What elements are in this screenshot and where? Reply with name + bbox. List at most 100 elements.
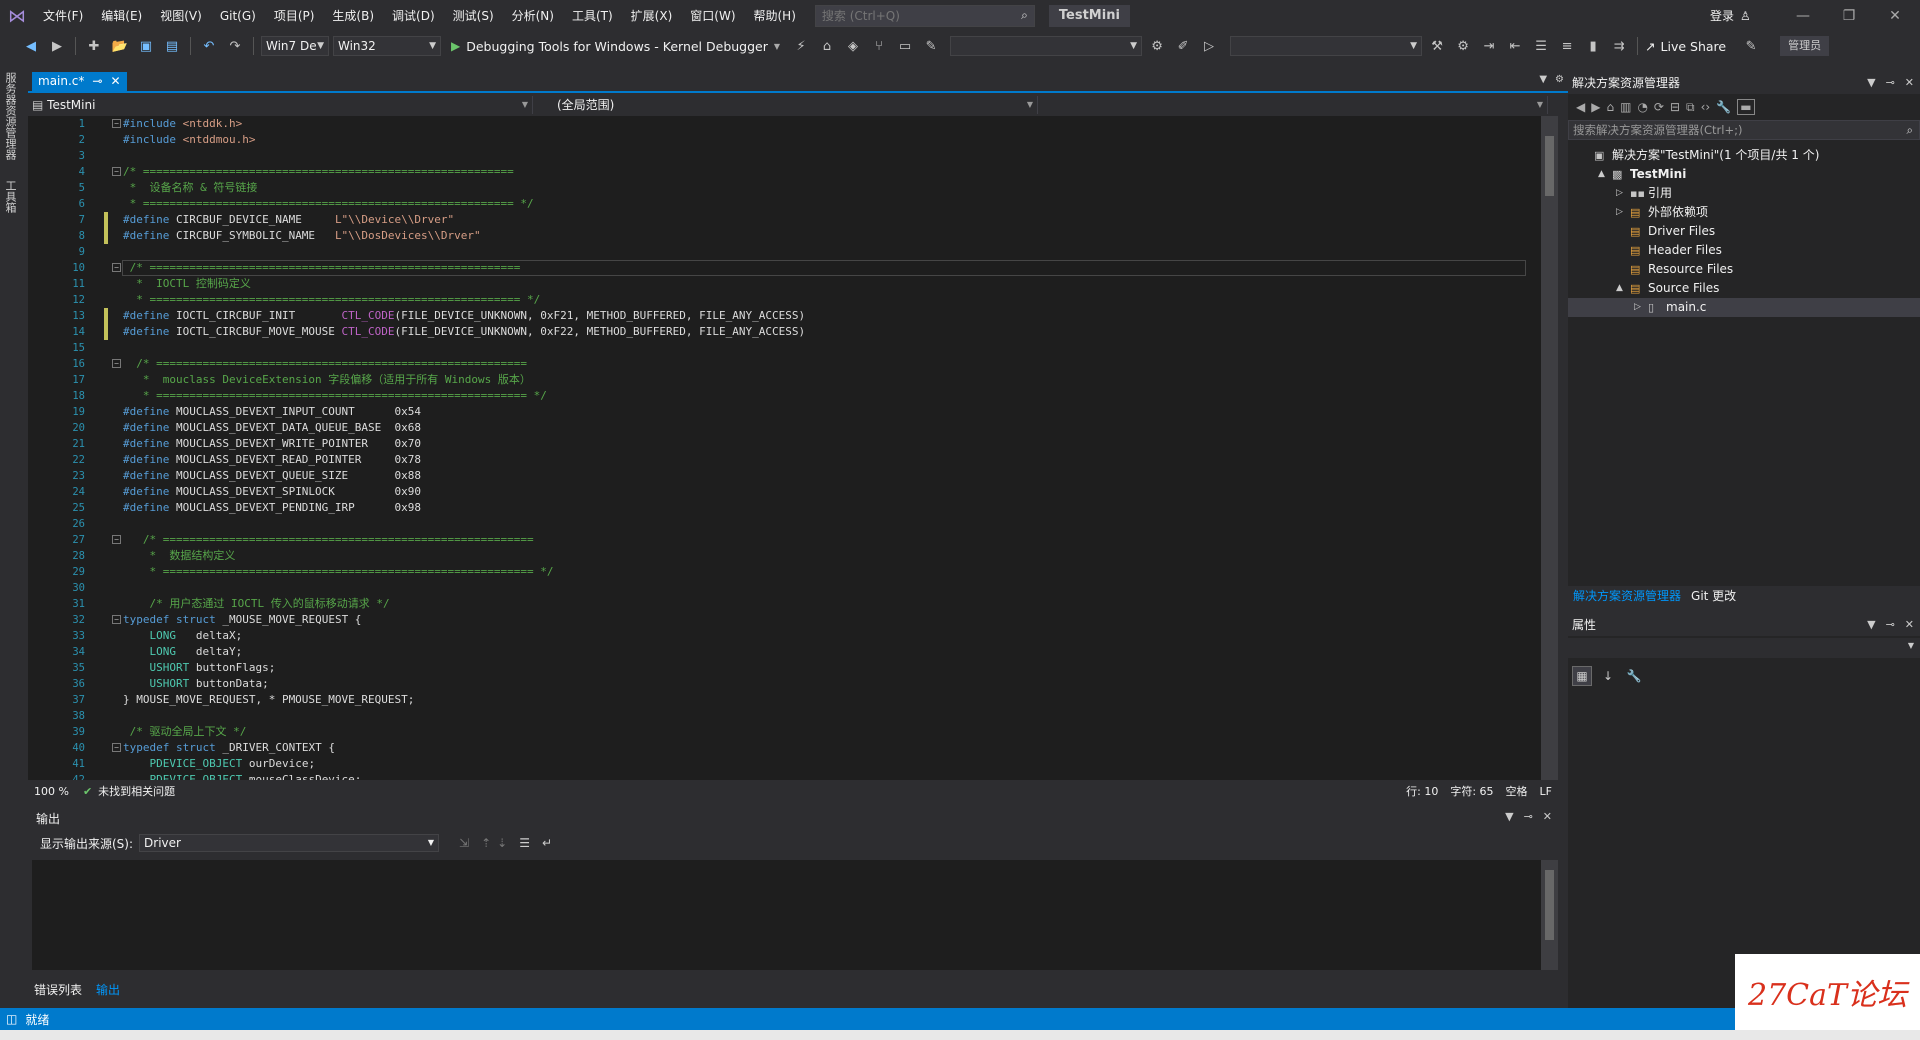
- code-line[interactable]: /* =====================================…: [123, 356, 527, 372]
- live-share-button[interactable]: ↗ Live Share: [1645, 39, 1726, 54]
- code-line[interactable]: /* =====================================…: [123, 532, 534, 548]
- pin-icon[interactable]: ⊸: [1524, 810, 1533, 823]
- menu-extensions[interactable]: 扩展(X): [622, 0, 682, 32]
- expanded-arrow-icon[interactable]: ▲: [1616, 279, 1626, 298]
- scroll-thumb[interactable]: [1545, 136, 1554, 196]
- properties-wrench-icon[interactable]: 🔧: [1716, 100, 1731, 114]
- code-line[interactable]: /* =====================================…: [123, 260, 521, 276]
- tab-git-changes[interactable]: Git 更改: [1686, 586, 1741, 606]
- search-icon[interactable]: ⌕: [1907, 121, 1913, 139]
- menu-view[interactable]: 视图(V): [151, 0, 211, 32]
- tab-output[interactable]: 输出: [90, 980, 126, 1000]
- tree-item[interactable]: ▷ ▤ 外部依赖项: [1568, 203, 1920, 222]
- code-line[interactable]: #define CIRCBUF_SYMBOLIC_NAME L"\\DosDev…: [123, 228, 481, 244]
- code-line[interactable]: #define MOUCLASS_DEVEXT_DATA_QUEUE_BASE …: [123, 420, 421, 436]
- configuration-combo[interactable]: Win7 De ▼: [261, 36, 329, 56]
- pin-icon[interactable]: ⊸: [1886, 72, 1895, 94]
- menu-tools[interactable]: 工具(T): [563, 0, 622, 32]
- fold-toggle-icon[interactable]: −: [112, 743, 121, 752]
- redo-icon[interactable]: ↷: [224, 35, 246, 57]
- menu-git[interactable]: Git(G): [211, 0, 265, 32]
- home-icon[interactable]: ⌂: [1606, 100, 1614, 114]
- back-icon[interactable]: ◀: [20, 35, 42, 57]
- pin-icon[interactable]: ⊸: [1886, 614, 1895, 636]
- server-explorer-tab[interactable]: 服务器资源管理器: [2, 72, 18, 160]
- sync-icon[interactable]: ⟳: [1654, 100, 1664, 114]
- code-line[interactable]: #define MOUCLASS_DEVEXT_SPINLOCK 0x90: [123, 484, 421, 500]
- chevron-down-icon[interactable]: ▼: [1505, 810, 1513, 823]
- align-icon[interactable]: ☰: [1530, 35, 1552, 57]
- open-file-icon[interactable]: 📂: [109, 35, 131, 57]
- menu-test[interactable]: 测试(S): [444, 0, 503, 32]
- next-message-icon[interactable]: ⇣: [497, 836, 507, 850]
- undo-icon[interactable]: ↶: [198, 35, 220, 57]
- fold-toggle-icon[interactable]: −: [112, 263, 121, 272]
- property-pages-icon[interactable]: 🔧: [1624, 666, 1644, 686]
- menu-file[interactable]: 文件(F): [34, 0, 92, 32]
- close-icon[interactable]: ✕: [1905, 614, 1914, 636]
- find-combo[interactable]: ▼: [950, 36, 1143, 56]
- preview-icon[interactable]: ▬: [1737, 99, 1755, 115]
- fold-toggle-icon[interactable]: −: [112, 359, 121, 368]
- target-combo[interactable]: ▼: [1230, 36, 1423, 56]
- menu-window[interactable]: 窗口(W): [681, 0, 744, 32]
- chevron-down-icon[interactable]: ▼: [1867, 614, 1875, 636]
- tree-item[interactable]: ▷ ▯ main.c: [1568, 298, 1920, 317]
- expanded-arrow-icon[interactable]: ▲: [1598, 165, 1608, 184]
- code-line[interactable]: * ======================================…: [123, 292, 540, 308]
- tree-item[interactable]: ▤ Header Files: [1568, 241, 1920, 260]
- code-line[interactable]: /* =====================================…: [123, 164, 514, 180]
- fold-toggle-icon[interactable]: −: [112, 167, 121, 176]
- run-icon[interactable]: ▷: [1198, 35, 1220, 57]
- collapsed-arrow-icon[interactable]: ▷: [1616, 203, 1626, 222]
- back-icon[interactable]: ◀: [1576, 100, 1585, 114]
- solution-search-input[interactable]: 搜索解决方案资源管理器(Ctrl+;) ⌕: [1568, 120, 1920, 140]
- comment-icon[interactable]: ▭: [894, 35, 916, 57]
- close-icon[interactable]: ✕: [1543, 810, 1552, 823]
- attach-icon[interactable]: ⚙: [1146, 35, 1168, 57]
- menu-edit[interactable]: 编辑(E): [92, 0, 151, 32]
- browse-icon[interactable]: ⌂: [816, 35, 838, 57]
- outdent-icon[interactable]: ⇤: [1504, 35, 1526, 57]
- code-line[interactable]: /* 用户态通过 IOCTL 传入的鼠标移动请求 */: [123, 596, 389, 612]
- code-line[interactable]: * 设备名称 & 符号链接: [123, 180, 258, 196]
- word-wrap-icon[interactable]: ↵: [542, 836, 552, 850]
- close-icon[interactable]: ✕: [110, 72, 120, 91]
- login-label[interactable]: 登录: [1710, 0, 1734, 32]
- forward-icon[interactable]: ▶: [1591, 100, 1600, 114]
- code-line[interactable]: * 数据结构定义: [123, 548, 235, 564]
- zoom-level[interactable]: 100 %: [28, 785, 75, 798]
- code-line[interactable]: * IOCTL 控制码定义: [123, 276, 251, 292]
- code-line[interactable]: USHORT buttonData;: [123, 676, 269, 692]
- code-line[interactable]: #define CIRCBUF_DEVICE_NAME L"\\Device\\…: [123, 212, 454, 228]
- code-line[interactable]: typedef struct _MOUSE_MOVE_REQUEST {: [123, 612, 361, 628]
- alphabetical-icon[interactable]: ↓: [1598, 666, 1618, 686]
- code-line[interactable]: #define MOUCLASS_DEVEXT_PENDING_IRP 0x98: [123, 500, 421, 516]
- collapsed-arrow-icon[interactable]: ▷: [1616, 184, 1626, 203]
- app-insights-icon[interactable]: ◈: [842, 35, 864, 57]
- categorized-icon[interactable]: ▦: [1572, 666, 1592, 686]
- code-line[interactable]: * ======================================…: [123, 388, 547, 404]
- show-all-files-icon[interactable]: ⧉: [1686, 100, 1695, 115]
- properties-object-combo[interactable]: ▼: [1568, 638, 1920, 658]
- code-line[interactable]: #define MOUCLASS_DEVEXT_INPUT_COUNT 0x54: [123, 404, 421, 420]
- code-line[interactable]: * mouclass DeviceExtension 字段偏移（适用于所有 Wi…: [123, 372, 531, 388]
- output-vertical-scrollbar[interactable]: [1541, 860, 1558, 970]
- bookmark-icon[interactable]: ▮: [1582, 35, 1604, 57]
- bookmark-nav-icon[interactable]: ⇉: [1608, 35, 1630, 57]
- fold-toggle-icon[interactable]: −: [112, 119, 121, 128]
- menu-help[interactable]: 帮助(H): [745, 0, 805, 32]
- save-all-icon[interactable]: ▤: [161, 35, 183, 57]
- history-icon[interactable]: ◔: [1637, 100, 1647, 114]
- output-text-area[interactable]: [32, 860, 1558, 970]
- code-line[interactable]: USHORT buttonFlags;: [123, 660, 276, 676]
- search-input[interactable]: [821, 9, 1012, 23]
- fold-toggle-icon[interactable]: −: [112, 535, 121, 544]
- forward-icon[interactable]: ▶: [46, 35, 68, 57]
- tree-item[interactable]: ▲ ▩ TestMini: [1568, 165, 1920, 184]
- start-debugger-button[interactable]: ▶ Debugging Tools for Windows - Kernel D…: [445, 35, 786, 57]
- output-source-combo[interactable]: Driver ▼: [139, 834, 440, 852]
- code-line[interactable]: #define MOUCLASS_DEVEXT_WRITE_POINTER 0x…: [123, 436, 421, 452]
- close-icon[interactable]: ✕: [1905, 72, 1914, 94]
- collapse-all-icon[interactable]: ⊟: [1670, 100, 1680, 114]
